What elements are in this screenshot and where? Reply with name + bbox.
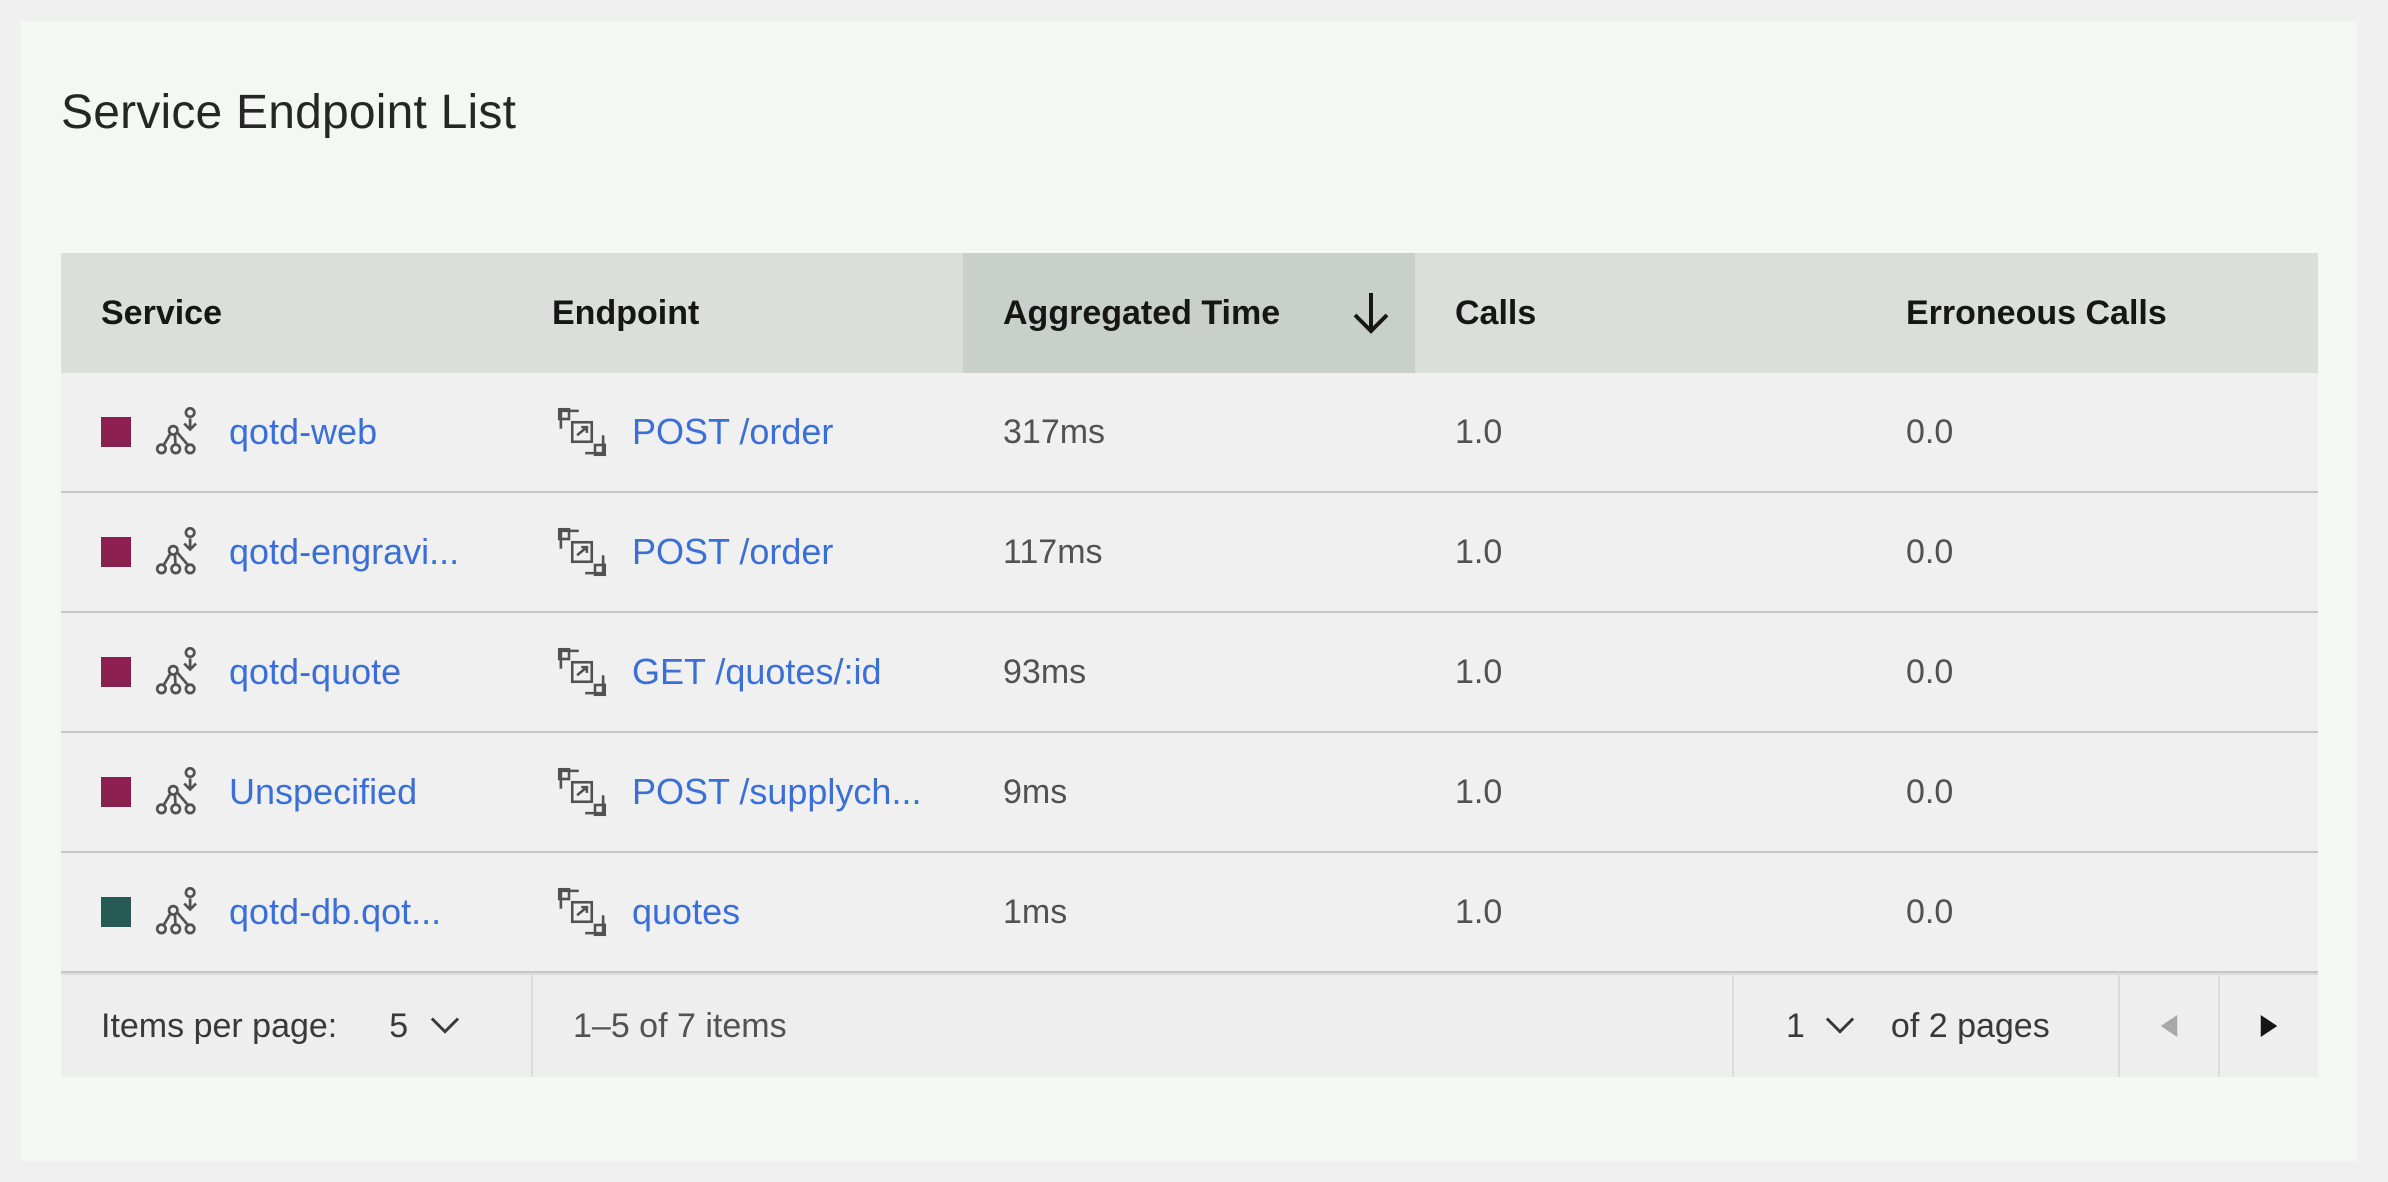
column-header-label: Endpoint bbox=[552, 293, 700, 332]
page-select-value: 1 bbox=[1786, 1006, 1805, 1045]
service-topology-icon bbox=[155, 527, 197, 575]
column-header-label: Erroneous Calls bbox=[1906, 293, 2167, 332]
page-select-section: 1 of 2 pages bbox=[1732, 975, 2118, 1077]
cell-service: qotd-db.qot... bbox=[61, 853, 512, 971]
table-row: qotd-db.qot... quotes 1ms 1.0 0.0 bbox=[61, 853, 2318, 973]
cell-endpoint: POST /order bbox=[512, 493, 963, 611]
table-body: qotd-web POST /order 317ms 1.0 0.0 qotd-… bbox=[61, 373, 2318, 973]
endpoint-icon bbox=[557, 407, 607, 457]
service-link[interactable]: qotd-quote bbox=[229, 651, 401, 693]
cell-aggregated-time: 317ms bbox=[1003, 412, 1106, 451]
cell-aggregated-time: 9ms bbox=[1003, 772, 1068, 811]
cell-calls: 1.0 bbox=[1455, 532, 1503, 571]
service-link[interactable]: qotd-db.qot... bbox=[229, 891, 441, 933]
endpoint-icon bbox=[557, 767, 607, 817]
cell-endpoint: quotes bbox=[512, 853, 963, 971]
service-link[interactable]: qotd-engravi... bbox=[229, 531, 459, 573]
endpoint-icon bbox=[557, 647, 607, 697]
cell-endpoint: POST /order bbox=[512, 373, 963, 491]
cell-calls: 1.0 bbox=[1455, 892, 1503, 931]
items-per-page-section: Items per page: 5 bbox=[61, 975, 533, 1077]
service-link[interactable]: Unspecified bbox=[229, 771, 417, 813]
endpoint-link[interactable]: POST /order bbox=[632, 531, 833, 573]
cell-erroneous-calls: 0.0 bbox=[1906, 772, 1954, 811]
endpoint-icon bbox=[557, 527, 607, 577]
caret-right-icon bbox=[2260, 1015, 2278, 1037]
cell-calls: 1.0 bbox=[1455, 652, 1503, 691]
chevron-down-icon bbox=[1825, 1017, 1855, 1034]
service-topology-icon bbox=[155, 887, 197, 935]
item-range-text: 1–5 of 7 items bbox=[573, 1006, 787, 1045]
service-topology-icon bbox=[155, 407, 197, 455]
endpoint-link[interactable]: POST /supplych... bbox=[632, 771, 921, 813]
cell-service: Unspecified bbox=[61, 733, 512, 851]
column-header-label: Calls bbox=[1455, 293, 1537, 332]
service-color-swatch bbox=[101, 417, 131, 447]
previous-page-button[interactable] bbox=[2118, 975, 2218, 1077]
cell-calls: 1.0 bbox=[1455, 772, 1503, 811]
items-per-page-select[interactable]: 5 bbox=[389, 1007, 460, 1046]
service-endpoint-card: Service Endpoint List Service Endpoint A… bbox=[21, 21, 2358, 1161]
cell-service: qotd-engravi... bbox=[61, 493, 512, 611]
column-header-aggregated-time[interactable]: Aggregated Time bbox=[963, 253, 1415, 373]
cell-erroneous-calls: 0.0 bbox=[1906, 892, 1954, 931]
column-header-erroneous-calls[interactable]: Erroneous Calls bbox=[1866, 253, 2318, 373]
arrow-down-icon[interactable] bbox=[1351, 289, 1391, 337]
cell-erroneous-calls: 0.0 bbox=[1906, 652, 1954, 691]
page-title: Service Endpoint List bbox=[61, 86, 517, 139]
service-link[interactable]: qotd-web bbox=[229, 411, 377, 453]
cell-erroneous-calls: 0.0 bbox=[1906, 412, 1954, 451]
cell-service: qotd-quote bbox=[61, 613, 512, 731]
column-header-label: Aggregated Time bbox=[1003, 293, 1281, 332]
column-header-calls[interactable]: Calls bbox=[1415, 253, 1866, 373]
cell-service: qotd-web bbox=[61, 373, 512, 491]
endpoint-table: Service Endpoint Aggregated Time Calls E… bbox=[61, 253, 2318, 1077]
cell-aggregated-time: 117ms bbox=[1003, 532, 1103, 571]
caret-left-icon bbox=[2160, 1015, 2178, 1037]
column-header-endpoint[interactable]: Endpoint bbox=[512, 253, 963, 373]
endpoint-link[interactable]: POST /order bbox=[632, 411, 833, 453]
cell-aggregated-time: 93ms bbox=[1003, 652, 1087, 691]
cell-endpoint: GET /quotes/:id bbox=[512, 613, 963, 731]
table-header: Service Endpoint Aggregated Time Calls E… bbox=[61, 253, 2318, 373]
endpoint-link[interactable]: GET /quotes/:id bbox=[632, 651, 881, 693]
table-row: qotd-web POST /order 317ms 1.0 0.0 bbox=[61, 373, 2318, 493]
column-header-service[interactable]: Service bbox=[61, 253, 512, 373]
next-page-button[interactable] bbox=[2218, 975, 2318, 1077]
service-color-swatch bbox=[101, 777, 131, 807]
table-row: Unspecified POST /supplych... 9ms 1.0 0.… bbox=[61, 733, 2318, 853]
service-color-swatch bbox=[101, 537, 131, 567]
service-color-swatch bbox=[101, 897, 131, 927]
endpoint-icon bbox=[557, 887, 607, 937]
pagination: Items per page: 5 1–5 of 7 items 1 of 2 … bbox=[61, 973, 2318, 1077]
cell-aggregated-time: 1ms bbox=[1003, 892, 1068, 931]
service-topology-icon bbox=[155, 647, 197, 695]
cell-calls: 1.0 bbox=[1455, 412, 1503, 451]
total-pages-text: of 2 pages bbox=[1890, 1006, 2050, 1045]
service-topology-icon bbox=[155, 767, 197, 815]
table-row: qotd-engravi... POST /order 117ms 1.0 0.… bbox=[61, 493, 2318, 613]
cell-erroneous-calls: 0.0 bbox=[1906, 532, 1954, 571]
service-color-swatch bbox=[101, 657, 131, 687]
column-header-label: Service bbox=[101, 293, 222, 332]
cell-endpoint: POST /supplych... bbox=[512, 733, 963, 851]
table-row: qotd-quote GET /quotes/:id 93ms 1.0 0.0 bbox=[61, 613, 2318, 733]
endpoint-link[interactable]: quotes bbox=[632, 891, 740, 933]
items-per-page-value: 5 bbox=[389, 1006, 409, 1045]
items-per-page-label: Items per page: bbox=[101, 1006, 338, 1045]
page-select[interactable]: 1 bbox=[1786, 1007, 1855, 1046]
chevron-down-icon bbox=[430, 1017, 460, 1034]
